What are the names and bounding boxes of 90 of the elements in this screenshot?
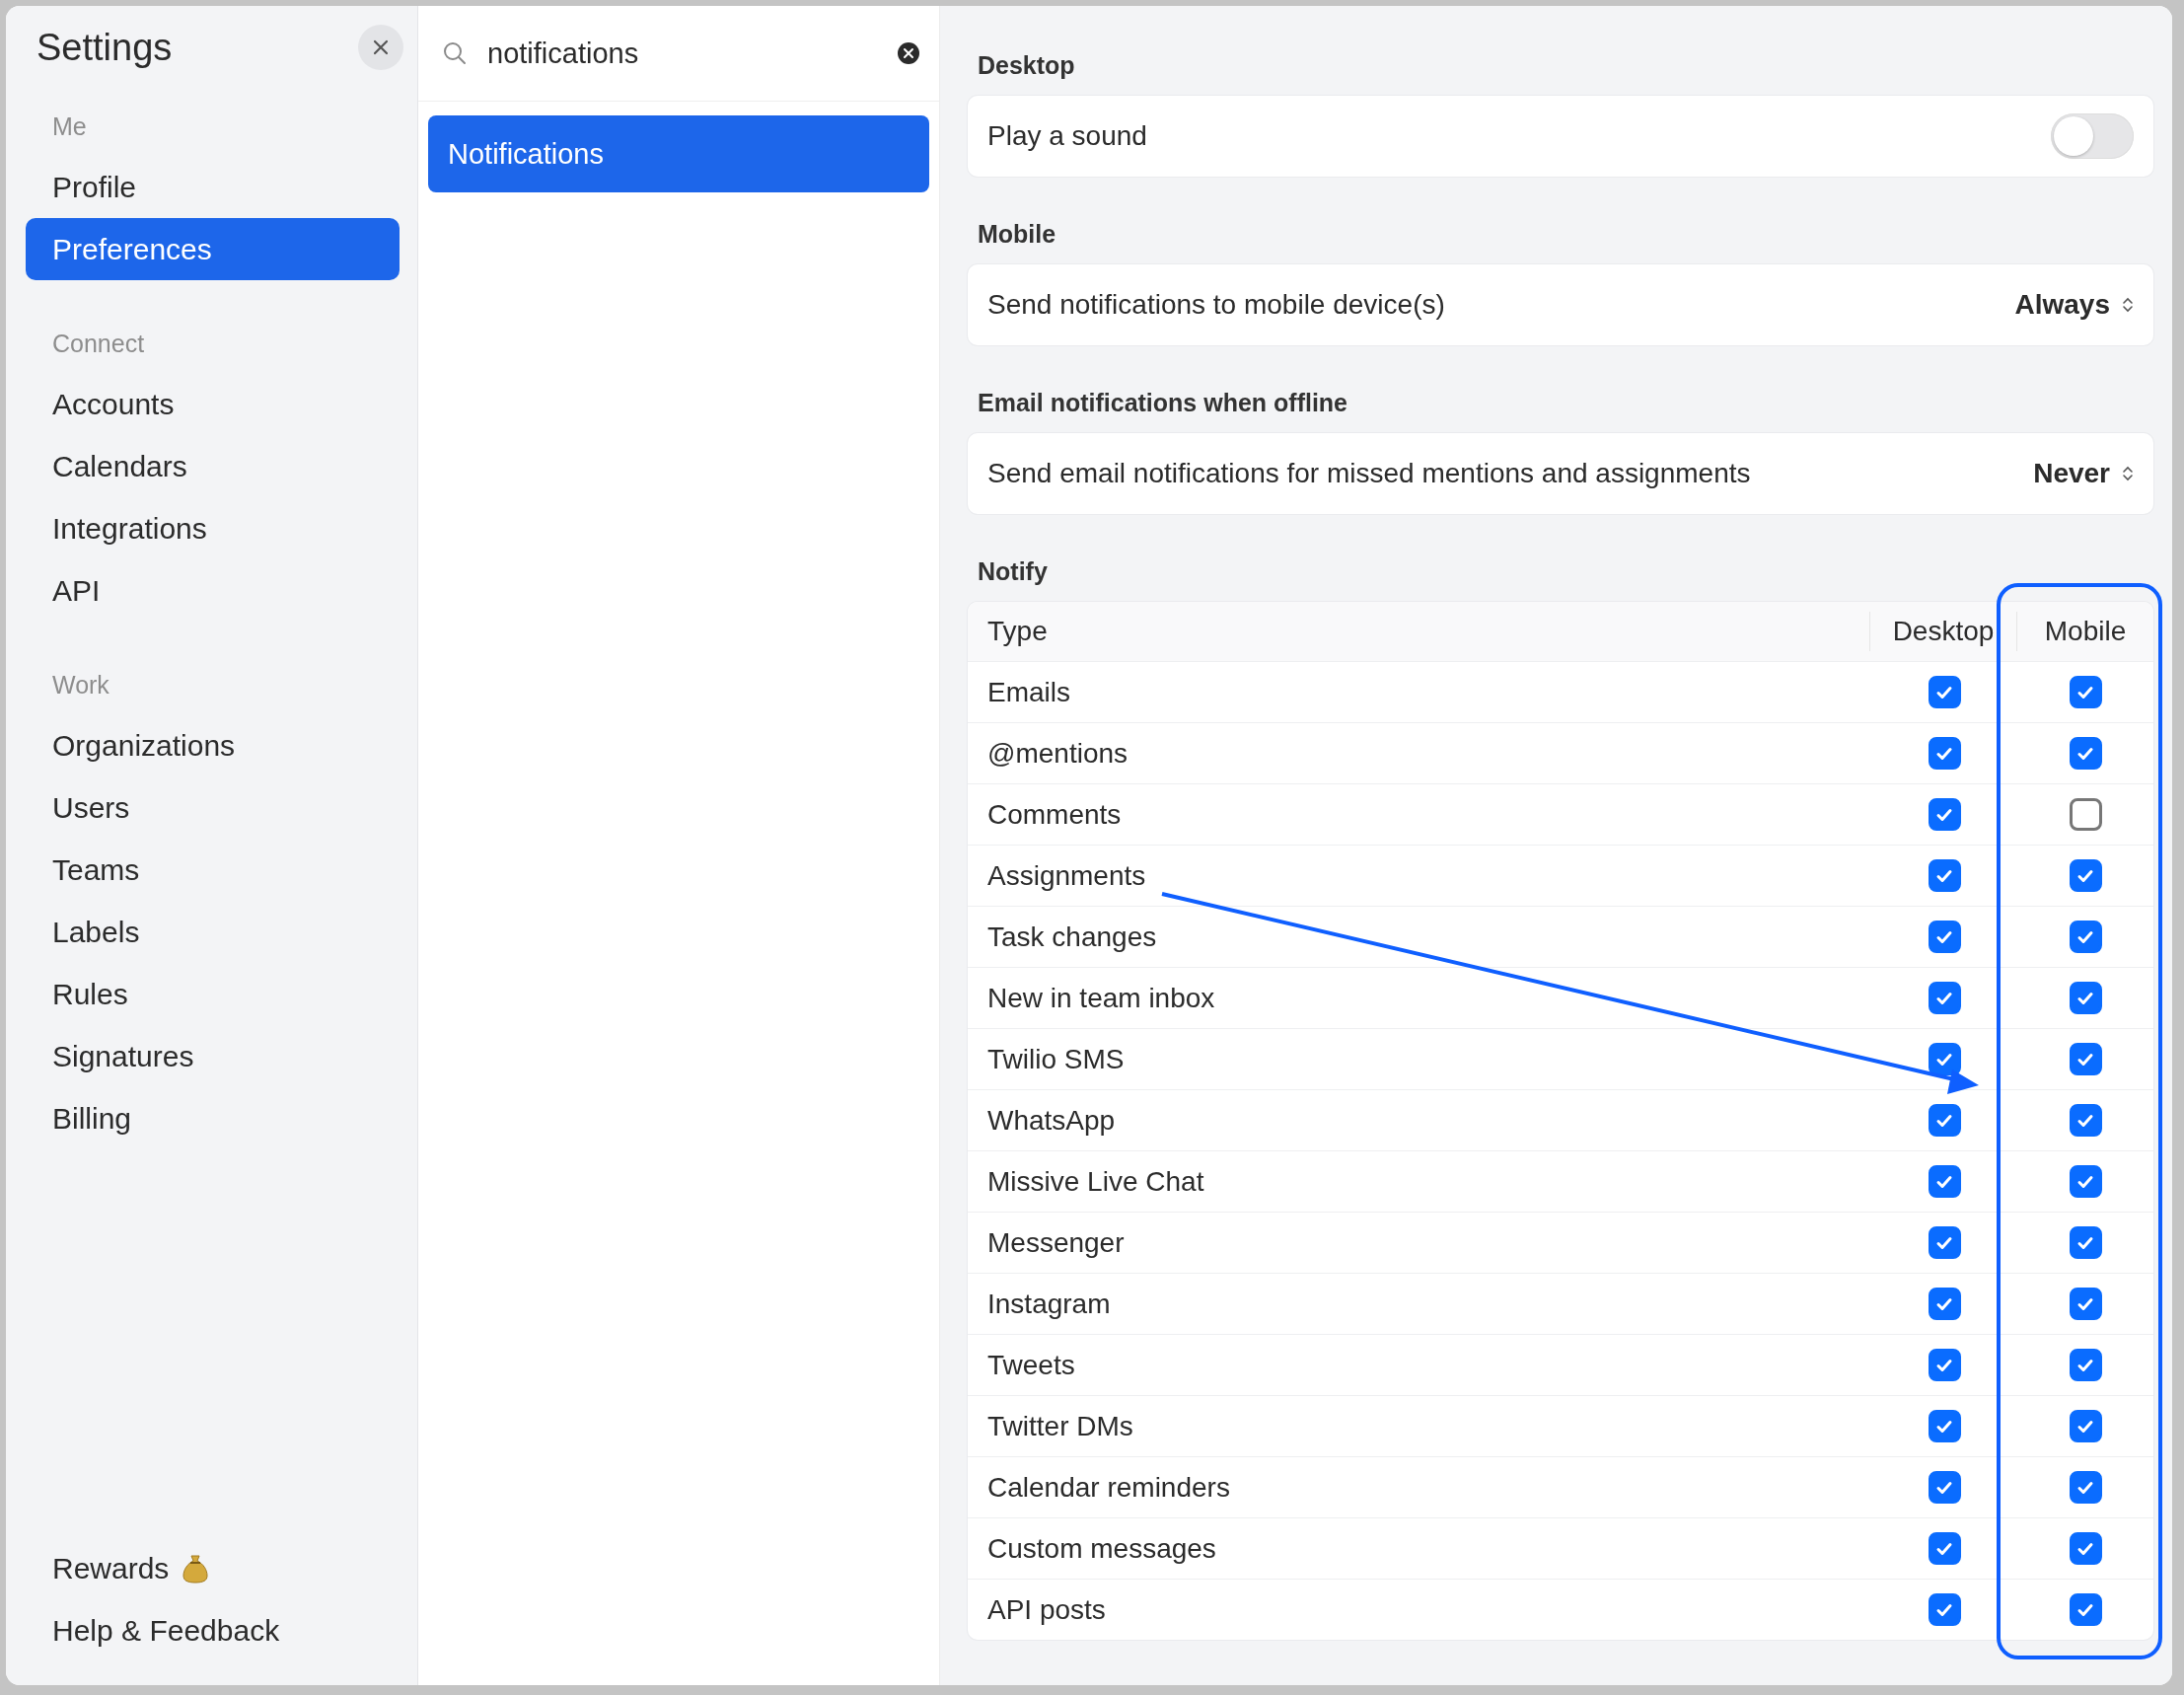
checkbox[interactable] — [1928, 798, 1961, 831]
table-cell-text: Twitter DMs — [986, 1410, 1134, 1442]
checkbox[interactable] — [1928, 921, 1961, 953]
setting-label: Send email notifications for missed mentions and assignments — [987, 458, 1751, 489]
sidebar-item[interactable]: Preferences — [26, 218, 400, 280]
search-icon — [442, 40, 468, 66]
money-bag-icon — [182, 1553, 209, 1584]
checkbox[interactable] — [1928, 1410, 1961, 1442]
checkbox[interactable] — [1928, 982, 1961, 1014]
table-cell-text: Missive Live Chat — [986, 1165, 1205, 1198]
sidebar-item[interactable]: Integrations — [26, 497, 400, 559]
chevron-updown-icon — [2122, 296, 2134, 314]
checkbox[interactable] — [1928, 1288, 1961, 1320]
checkbox[interactable] — [2069, 1349, 2102, 1381]
section-heading: Connect — [51, 329, 146, 359]
checkbox[interactable] — [1928, 1471, 1961, 1504]
checkbox[interactable] — [2069, 798, 2102, 831]
section-heading: Notify — [977, 557, 1049, 586]
close-button[interactable] — [358, 25, 403, 70]
table-cell-text: Task changes — [986, 921, 1158, 953]
sidebar-item[interactable]: Users — [26, 776, 400, 839]
checkbox[interactable] — [1928, 1165, 1961, 1198]
table-cell-text: Custom messages — [986, 1532, 1217, 1565]
sidebar-item[interactable]: Calendars — [26, 435, 400, 497]
sidebar-item[interactable]: Rules — [26, 963, 400, 1025]
checkbox[interactable] — [2069, 1471, 2102, 1504]
checkbox[interactable] — [1928, 1226, 1961, 1259]
setting-label: Play a sound — [987, 120, 1147, 152]
checkbox[interactable] — [2069, 982, 2102, 1014]
table-cell-text: Tweets — [986, 1349, 1076, 1381]
table-cell-text: Calendar reminders — [986, 1471, 1231, 1504]
table-cell-text: Messenger — [986, 1226, 1126, 1259]
window-title: Settings — [36, 26, 173, 69]
table-cell-text: New in team inbox — [986, 982, 1216, 1014]
checkbox[interactable] — [1928, 1104, 1961, 1137]
sidebar-item[interactable]: Teams — [26, 839, 400, 901]
select-dropdown[interactable]: Never — [2033, 458, 2134, 489]
sidebar-item[interactable]: Help & Feedback — [26, 1599, 400, 1661]
section-heading: Email notifications when offline — [977, 389, 1349, 417]
section-heading: Desktop — [977, 51, 1076, 80]
checkbox[interactable] — [2069, 921, 2102, 953]
table-cell-text: Assignments — [986, 859, 1147, 892]
table-cell-text: API posts — [986, 1593, 1107, 1626]
checkbox[interactable] — [2069, 1043, 2102, 1075]
checkbox[interactable] — [2069, 859, 2102, 892]
checkbox[interactable] — [1928, 737, 1961, 770]
checkbox[interactable] — [2069, 1104, 2102, 1137]
select-dropdown[interactable]: Always — [2014, 289, 2134, 321]
column-header: Desktop — [1869, 612, 2016, 651]
checkbox[interactable] — [2069, 1410, 2102, 1442]
table-cell-text: @mentions — [986, 737, 1129, 770]
sidebar-item[interactable]: Accounts — [26, 373, 400, 435]
checkbox[interactable] — [1928, 1593, 1961, 1626]
checkbox[interactable] — [2069, 1165, 2102, 1198]
checkbox[interactable] — [2069, 1288, 2102, 1320]
checkbox[interactable] — [1928, 859, 1961, 892]
sidebar-item[interactable]: Profile — [26, 156, 400, 218]
chevron-updown-icon — [2122, 465, 2134, 482]
clear-icon — [898, 42, 919, 64]
search-result[interactable]: Notifications — [428, 115, 929, 192]
checkbox[interactable] — [1928, 1043, 1961, 1075]
checkbox[interactable] — [2069, 1226, 2102, 1259]
checkbox[interactable] — [1928, 1349, 1961, 1381]
checkbox[interactable] — [2069, 676, 2102, 708]
sidebar-item[interactable]: Billing — [26, 1087, 400, 1149]
table-cell-text: Twilio SMS — [986, 1043, 1126, 1075]
section-heading: Me — [51, 111, 88, 142]
column-header: Type — [986, 616, 1049, 647]
sidebar-item[interactable]: Rewards — [26, 1537, 400, 1599]
search-field[interactable]: notifications — [485, 36, 880, 71]
setting-label: Send notifications to mobile device(s) — [987, 289, 1445, 321]
sidebar-item[interactable]: Labels — [26, 901, 400, 963]
toggle-switch[interactable] — [2051, 113, 2134, 159]
sidebar-item[interactable]: API — [26, 559, 400, 622]
table-cell-text: Emails — [986, 676, 1071, 708]
column-header: Mobile — [2016, 612, 2153, 651]
table-cell-text: WhatsApp — [986, 1104, 1117, 1137]
section-heading: Mobile — [977, 220, 1057, 249]
checkbox[interactable] — [1928, 1532, 1961, 1565]
clear-search-button[interactable] — [898, 42, 919, 64]
table-cell-text: Instagram — [986, 1288, 1112, 1320]
table-cell-text: Comments — [986, 798, 1123, 831]
close-icon — [372, 38, 390, 56]
checkbox[interactable] — [1928, 676, 1961, 708]
checkbox[interactable] — [2069, 1593, 2102, 1626]
checkbox[interactable] — [2069, 737, 2102, 770]
sidebar-item[interactable]: Organizations — [26, 714, 400, 776]
sidebar-item[interactable]: Signatures — [26, 1025, 400, 1087]
section-heading: Work — [51, 670, 110, 700]
checkbox[interactable] — [2069, 1532, 2102, 1565]
